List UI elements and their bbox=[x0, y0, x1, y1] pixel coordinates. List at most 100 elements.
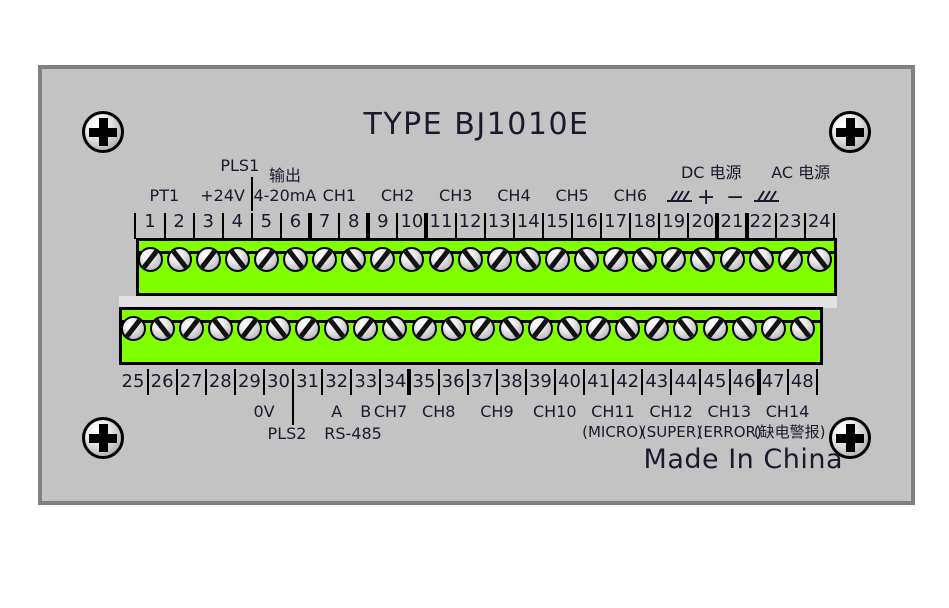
screw-slot bbox=[489, 248, 510, 270]
terminal-screw-38[interactable] bbox=[498, 315, 524, 341]
annotation-ch13: CH13 bbox=[707, 402, 752, 421]
screw-slot bbox=[256, 248, 277, 270]
terminal-number-20: 20 bbox=[691, 211, 715, 232]
terminal-screw-37[interactable] bbox=[469, 315, 495, 341]
terminal-screw-45[interactable] bbox=[702, 315, 728, 341]
terminal-screw-22[interactable] bbox=[748, 246, 774, 272]
screw-slot bbox=[617, 317, 638, 339]
terminal-screw-14[interactable] bbox=[515, 246, 541, 272]
terminal-screw-28[interactable] bbox=[207, 315, 233, 341]
terminal-screw-10[interactable] bbox=[399, 246, 425, 272]
terminal-screw-20[interactable] bbox=[690, 246, 716, 272]
terminal-number-11: 11 bbox=[429, 211, 453, 232]
terminal-screw-17[interactable] bbox=[603, 246, 629, 272]
annotation-ch9: CH9 bbox=[480, 402, 514, 421]
terminal-screw-19[interactable] bbox=[661, 246, 687, 272]
terminal-screw-40[interactable] bbox=[557, 315, 582, 341]
terminal-screw-16[interactable] bbox=[574, 246, 599, 272]
terminal-separator-tick bbox=[233, 369, 236, 395]
terminal-number-13: 13 bbox=[487, 211, 511, 232]
terminal-separator-tick bbox=[570, 213, 573, 239]
terminal-screw-11[interactable] bbox=[428, 246, 454, 272]
terminal-screw-23[interactable] bbox=[777, 246, 803, 272]
terminal-screw-9[interactable] bbox=[370, 246, 396, 272]
terminal-number-26: 26 bbox=[150, 371, 174, 392]
device-panel: TYPE BJ1010E PT1 +24V PLS1 输出 4-20mA CH1 CH2 CH… bbox=[38, 65, 915, 505]
terminal-screw-26[interactable] bbox=[149, 315, 175, 341]
screw-slot bbox=[576, 248, 597, 270]
terminal-screw-44[interactable] bbox=[673, 315, 699, 341]
terminal-number-47: 47 bbox=[761, 371, 785, 392]
terminal-screw-15[interactable] bbox=[544, 246, 570, 272]
terminal-screw-3[interactable] bbox=[195, 246, 221, 272]
terminal-screw-1[interactable] bbox=[137, 246, 163, 272]
terminal-screw-35[interactable] bbox=[411, 315, 437, 341]
terminal-number-8: 8 bbox=[347, 211, 360, 232]
screw-slot bbox=[268, 317, 289, 339]
terminal-screw-8[interactable] bbox=[341, 246, 367, 272]
annotation--micro-: (MICRO) bbox=[582, 423, 644, 441]
terminal-number-6: 6 bbox=[289, 211, 302, 232]
terminal-screw-25[interactable] bbox=[120, 315, 146, 341]
terminal-number-27: 27 bbox=[179, 371, 203, 392]
terminal-separator-tick bbox=[756, 369, 761, 395]
terminal-separator-tick bbox=[670, 369, 673, 395]
terminal-separator-tick bbox=[321, 369, 324, 395]
terminal-separator-tick bbox=[744, 213, 749, 239]
leader-line bbox=[292, 395, 295, 425]
annotation-ch10: CH10 bbox=[532, 402, 577, 421]
terminal-screw-46[interactable] bbox=[731, 315, 757, 341]
terminal-screw-7[interactable] bbox=[312, 246, 338, 272]
terminal-number-15: 15 bbox=[545, 211, 569, 232]
terminal-number-14: 14 bbox=[516, 211, 540, 232]
terminal-screw-6[interactable] bbox=[283, 246, 308, 272]
screw-slot bbox=[734, 317, 755, 339]
terminal-screw-29[interactable] bbox=[236, 315, 262, 341]
terminal-screw-13[interactable] bbox=[486, 246, 512, 272]
screw-slot bbox=[663, 248, 684, 270]
terminal-separator-tick bbox=[146, 369, 149, 395]
terminal-separator-tick bbox=[134, 213, 137, 239]
terminal-separator-tick bbox=[641, 369, 644, 395]
terminal-screw-42[interactable] bbox=[615, 315, 641, 341]
screw-slot bbox=[198, 248, 219, 270]
terminal-screw-5[interactable] bbox=[253, 246, 279, 272]
terminal-screw-21[interactable] bbox=[719, 246, 745, 272]
screw-slot bbox=[751, 248, 772, 270]
terminal-screw-31[interactable] bbox=[295, 315, 321, 341]
terminal-separator-tick bbox=[495, 369, 498, 395]
terminal-separator-tick bbox=[803, 213, 806, 239]
terminal-screw-41[interactable] bbox=[586, 315, 612, 341]
terminal-number-4: 4 bbox=[231, 211, 244, 232]
terminal-screw-33[interactable] bbox=[353, 315, 379, 341]
terminal-separator-tick bbox=[308, 213, 313, 239]
terminal-separator-tick bbox=[437, 369, 440, 395]
annotation-pls2: PLS2 bbox=[267, 424, 307, 443]
screw-slot bbox=[792, 317, 813, 339]
terminal-screw-2[interactable] bbox=[166, 246, 192, 272]
annotation--error-: (ERROR) bbox=[697, 423, 762, 441]
terminal-separator-tick bbox=[396, 213, 399, 239]
terminal-screw-18[interactable] bbox=[632, 246, 658, 272]
terminal-number-43: 43 bbox=[645, 371, 669, 392]
terminal-screw-34[interactable] bbox=[382, 315, 408, 341]
terminal-screw-24[interactable] bbox=[806, 246, 832, 272]
terminal-number-23: 23 bbox=[778, 211, 802, 232]
terminal-screw-32[interactable] bbox=[324, 315, 350, 341]
terminal-screw-47[interactable] bbox=[760, 315, 786, 341]
screw-slot bbox=[227, 248, 248, 270]
terminal-screw-27[interactable] bbox=[178, 315, 204, 341]
model-title: TYPE BJ1010E bbox=[363, 107, 590, 142]
terminal-screw-30[interactable] bbox=[266, 315, 291, 341]
terminal-screw-12[interactable] bbox=[457, 246, 483, 272]
terminal-screw-48[interactable] bbox=[789, 315, 815, 341]
terminal-screw-43[interactable] bbox=[644, 315, 670, 341]
screw-slot bbox=[646, 317, 667, 339]
terminal-screw-36[interactable] bbox=[440, 315, 466, 341]
terminal-number-34: 34 bbox=[383, 371, 407, 392]
annotation-ch11: CH11 bbox=[591, 402, 635, 421]
terminal-screw-39[interactable] bbox=[527, 315, 553, 341]
terminal-number-48: 48 bbox=[790, 371, 814, 392]
screw-slot bbox=[343, 248, 364, 270]
terminal-screw-4[interactable] bbox=[224, 246, 250, 272]
